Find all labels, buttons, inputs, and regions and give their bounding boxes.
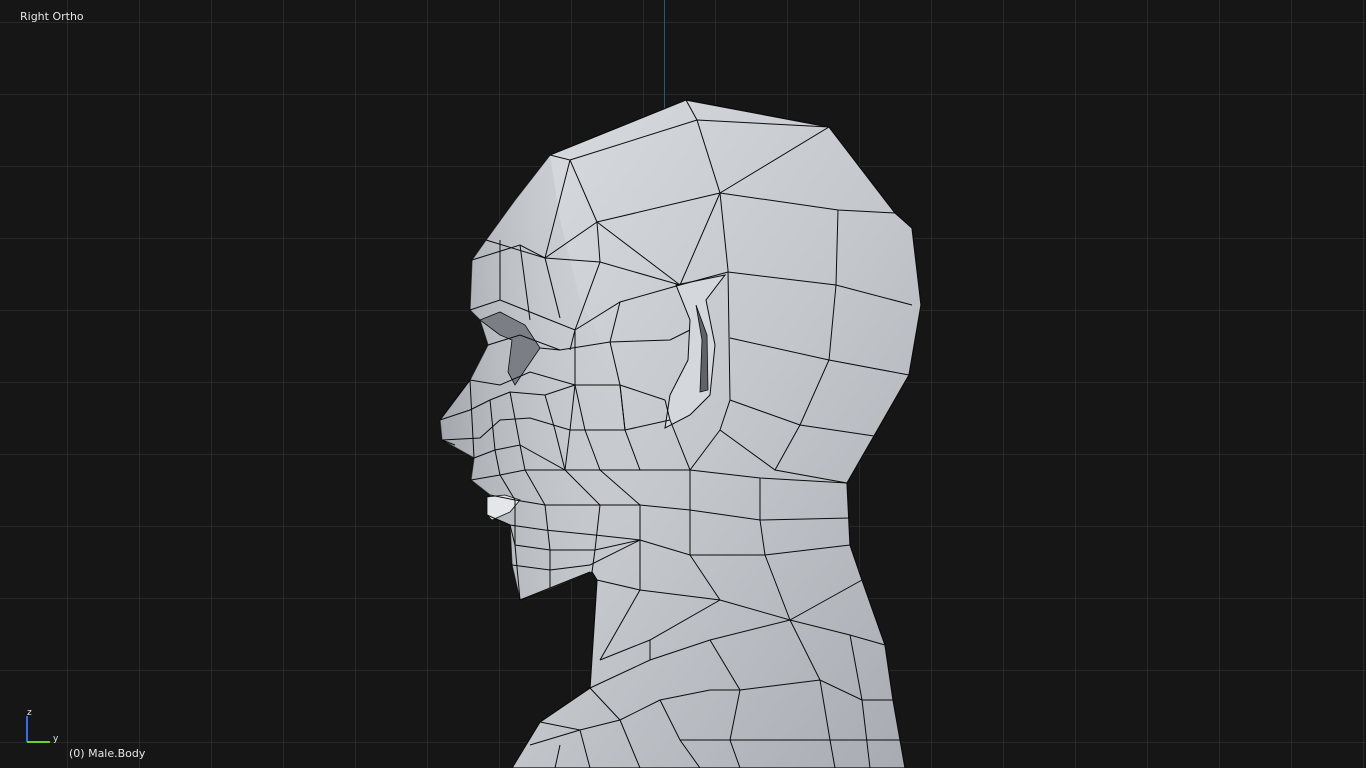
gizmo-z-label: z [27,708,32,718]
active-object-label: (0) Male.Body [69,747,146,760]
viewport-view-label: Right Ortho [20,10,84,23]
axis-gizmo-icon: z y [26,708,59,744]
head-mesh[interactable] [0,0,1366,768]
gizmo-y-label: y [53,734,59,744]
3d-viewport[interactable]: Right Ortho z y (0) Male.Body [0,0,1366,768]
